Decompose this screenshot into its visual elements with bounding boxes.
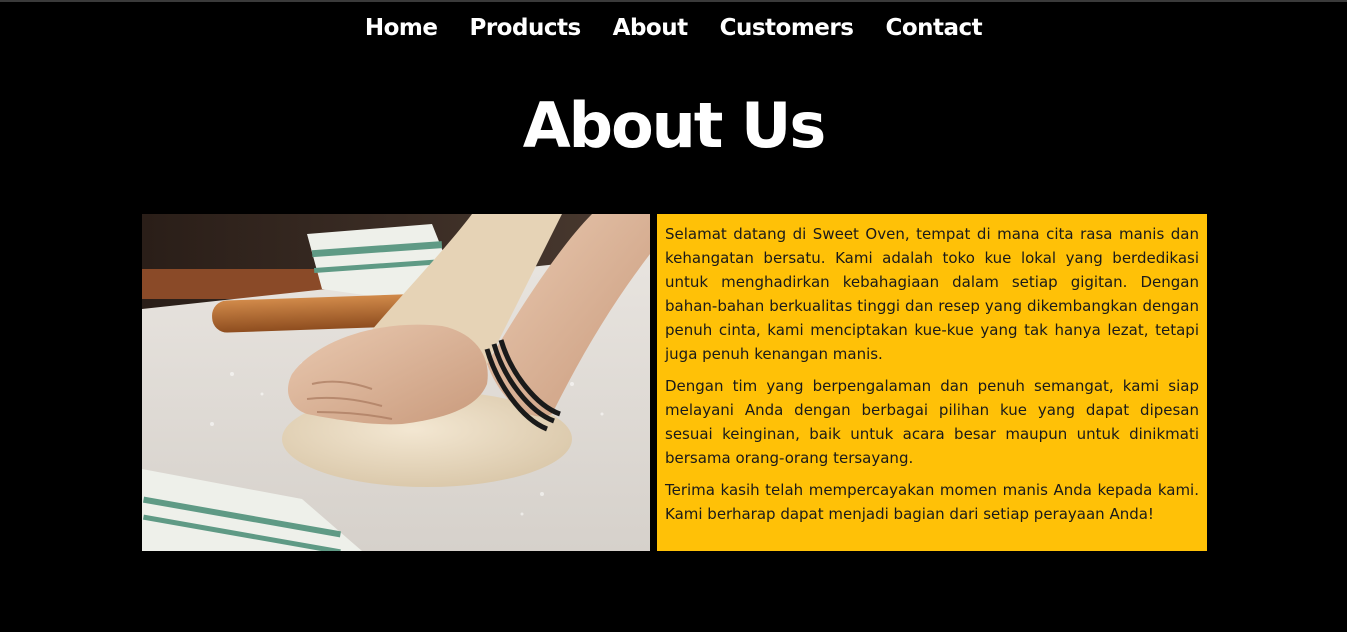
nav-link-products[interactable]: Products xyxy=(469,12,581,44)
hands-kneading-dough-photo xyxy=(142,214,650,551)
main-navigation: Home Products About Customers Contact xyxy=(0,12,1347,44)
page-title: About Us xyxy=(522,89,827,162)
about-paragraph-1: Selamat datang di Sweet Oven, tempat di … xyxy=(665,225,1199,363)
about-description-box: Selamat datang di Sweet Oven, tempat di … xyxy=(657,214,1207,551)
nav-link-customers[interactable]: Customers xyxy=(720,12,854,44)
about-paragraph-3: Terima kasih telah mempercayakan momen m… xyxy=(665,481,1199,523)
window-top-edge xyxy=(0,0,1347,2)
about-paragraph-2: Dengan tim yang berpengalaman dan penuh … xyxy=(665,377,1199,467)
nav-link-about[interactable]: About xyxy=(613,12,688,44)
nav-link-contact[interactable]: Contact xyxy=(885,12,982,44)
nav-link-home[interactable]: Home xyxy=(365,12,438,44)
